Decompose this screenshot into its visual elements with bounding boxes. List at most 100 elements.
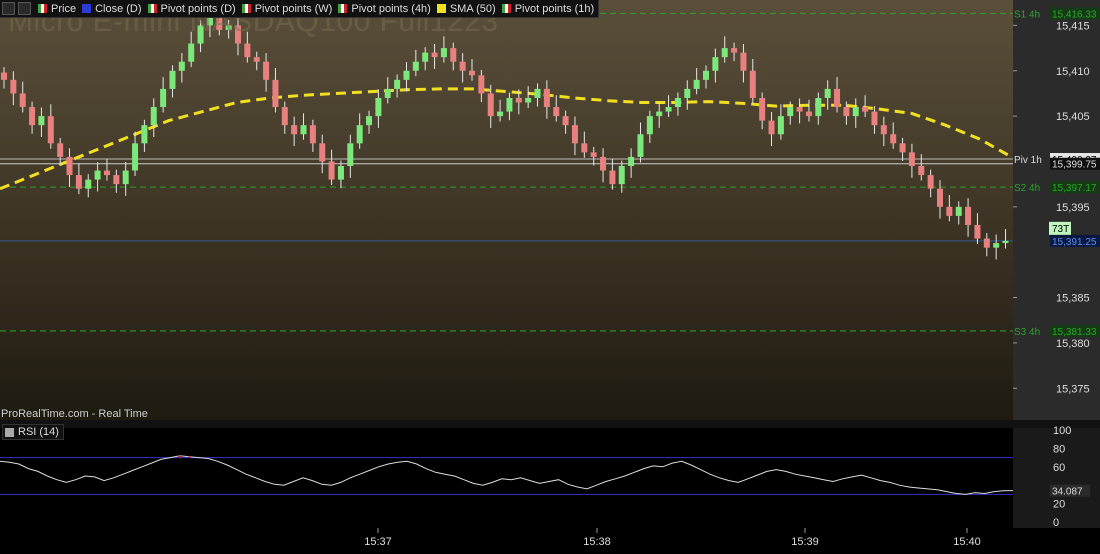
candle-body <box>141 125 148 144</box>
time-axis-label: 15:40 <box>953 536 981 548</box>
candle-body <box>422 52 429 62</box>
candle-body <box>609 170 616 185</box>
legend-item-price[interactable]: Price <box>38 3 76 15</box>
panel-separator[interactable] <box>0 420 1100 428</box>
candle-body <box>440 48 447 58</box>
rsi-axis-label: 20 <box>1053 499 1065 511</box>
price-axis-label: 15,380 <box>1056 338 1090 350</box>
candle-body <box>581 143 588 153</box>
candle-body <box>628 156 635 167</box>
candle-body <box>337 166 344 180</box>
legend-item-pivot-d[interactable]: Pivot points (D) <box>147 3 236 15</box>
candle-body <box>871 111 878 126</box>
candle-body <box>66 156 73 176</box>
candle-body <box>834 88 841 108</box>
candle-body <box>646 116 653 135</box>
candle-body <box>412 61 419 71</box>
candle-body <box>375 97 382 117</box>
candle-body <box>394 79 401 89</box>
legend-swatch-pivot-w <box>241 4 251 13</box>
candle-body <box>291 125 298 135</box>
time-axis-label: 15:38 <box>583 536 611 548</box>
candle-body <box>703 70 709 80</box>
legend-swatch-pivot-4h <box>338 4 348 13</box>
time-axis-bg <box>0 528 1100 549</box>
candle-body <box>450 48 457 62</box>
candle-body <box>899 143 906 153</box>
chart-legend: Price Close (D) Pivot points (D) Pivot p… <box>0 0 600 18</box>
chart-svg: S1 4h15,416.33Piv 1h15,400.2715,399.75S2… <box>0 0 1100 549</box>
candle-body <box>1 72 7 80</box>
candle-body <box>487 93 494 117</box>
candle-body <box>890 134 897 144</box>
candle-body <box>862 107 869 112</box>
candle-body <box>244 43 251 58</box>
legend-swatch-pivot-d <box>147 4 157 13</box>
candle-body <box>759 97 766 121</box>
candle-body <box>927 175 934 189</box>
legend-swatch-close-d <box>82 4 92 13</box>
level-value-label: 15,381.33 <box>1052 327 1097 338</box>
legend-item-close-d[interactable]: Close (D) <box>82 3 142 15</box>
level-value-label: 15,399.75 <box>1052 160 1097 171</box>
candle-body <box>712 57 719 71</box>
candle-body <box>731 48 738 53</box>
candle-body <box>843 107 850 117</box>
rsi-legend[interactable]: RSI (14) <box>2 424 64 440</box>
legend-item-sma-50[interactable]: SMA (50) <box>436 3 496 15</box>
price-axis-label: 15,415 <box>1056 20 1090 32</box>
candle-body <box>590 152 597 157</box>
candle-body <box>965 206 972 225</box>
candle-body <box>497 111 504 117</box>
candle-body <box>918 166 925 176</box>
candle-body <box>85 179 92 189</box>
cursor-tool-icon[interactable] <box>18 2 31 15</box>
candle-body <box>618 166 625 185</box>
candle-body <box>796 107 803 112</box>
candle-body <box>132 143 139 171</box>
candle-body <box>19 93 26 108</box>
rsi-axis-label: 80 <box>1053 443 1065 455</box>
candle-body <box>543 88 550 108</box>
candle-body <box>674 97 681 108</box>
candle-body <box>47 116 54 144</box>
candle-body <box>553 107 560 117</box>
candle-body <box>113 175 120 185</box>
pivot-level-name: Piv 1h <box>1014 155 1042 166</box>
price-axis-label: 15,405 <box>1056 111 1090 123</box>
candle-body <box>281 107 288 126</box>
candle-body <box>366 116 373 126</box>
candle-body <box>562 116 569 126</box>
candle-body <box>469 70 475 76</box>
price-axis-label: 15,395 <box>1056 202 1090 214</box>
time-axis-label: 15:39 <box>791 536 819 548</box>
candle-body <box>974 224 981 239</box>
candle-body <box>75 175 82 189</box>
support-level-name: S3 4h <box>1014 327 1040 338</box>
candle-body <box>805 111 812 117</box>
candle-body <box>824 88 831 98</box>
candle-body <box>955 206 962 216</box>
price-panel-bg <box>0 0 1013 420</box>
legend-item-pivot-w[interactable]: Pivot points (W) <box>241 3 332 15</box>
chart-tool-icon[interactable] <box>2 2 15 15</box>
rsi-axis-label: 0 <box>1053 517 1059 529</box>
candle-body <box>328 161 335 180</box>
candle-body <box>431 52 438 58</box>
price-axis-label: 15,375 <box>1056 383 1090 395</box>
candle-body <box>506 97 513 112</box>
legend-swatch-sma-50 <box>436 4 446 13</box>
data-source-label: ProRealTime.com - Real Time <box>1 408 148 420</box>
rsi-panel-bg <box>0 428 1013 528</box>
level-value-label: 15,397.17 <box>1052 183 1097 194</box>
rsi-axis-label: 60 <box>1053 462 1065 474</box>
legend-item-pivot-1h[interactable]: Pivot points (1h) <box>501 3 594 15</box>
candle-body <box>169 70 176 89</box>
candle-body <box>272 79 279 108</box>
current-price-label: 15,391.25 <box>1052 237 1097 248</box>
legend-item-pivot-4h[interactable]: Pivot points (4h) <box>338 3 431 15</box>
candle-body <box>993 243 1000 248</box>
legend-swatch-pivot-1h <box>501 4 511 13</box>
candle-body <box>347 143 354 167</box>
candle-body <box>665 107 672 112</box>
